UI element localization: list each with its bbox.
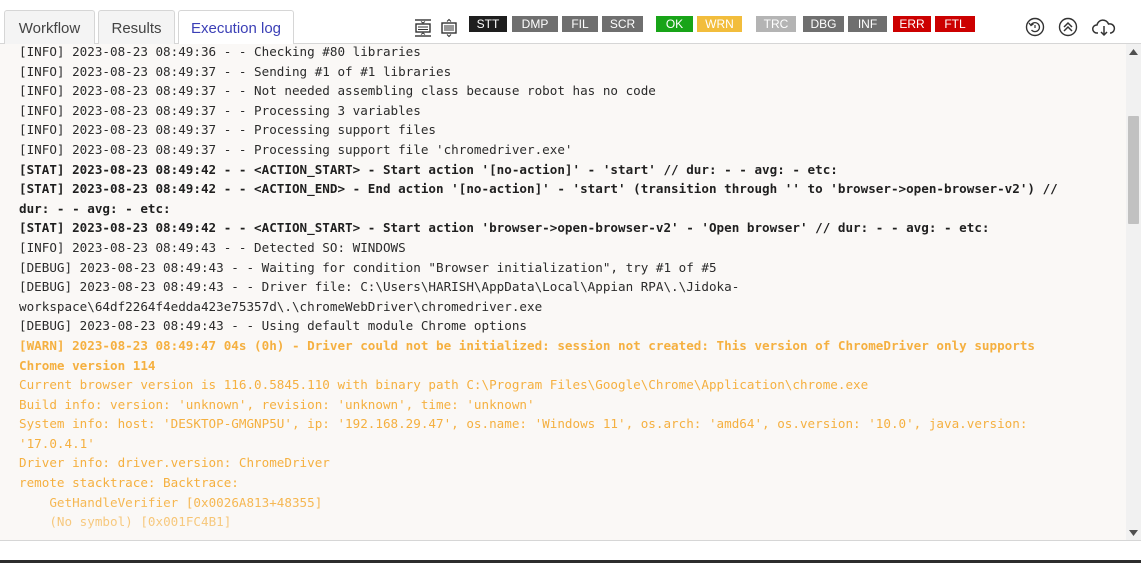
filter-err[interactable]: ERR [893,16,931,32]
log-line: [INFO] 2023-08-23 08:49:37 - - Processin… [19,122,437,138]
log-line: Driver info: driver.version: ChromeDrive… [19,455,330,471]
log-line: [INFO] 2023-08-23 08:49:37 - - Sending #… [19,63,452,79]
log-line: workspace\64df2264f4edda423e75357d\.\chr… [19,298,543,314]
scrollbar-thumb[interactable] [1128,116,1139,224]
tab-results[interactable]: Results [98,10,175,45]
log-list: [INFO] 2023-08-23 08:49:36 - - Checking … [19,44,1119,532]
filter-dbg[interactable]: DBG [803,16,844,32]
log-line: [DEBUG] 2023-08-23 08:49:43 - - Driver f… [19,279,740,295]
log-line: [INFO] 2023-08-23 08:49:37 - - Not neede… [19,83,656,99]
filter-wrn[interactable]: WRN [697,16,742,32]
scroll-down-arrow-icon[interactable] [1126,525,1141,540]
filter-stt[interactable]: STT [469,16,507,32]
filter-scr[interactable]: SCR [602,16,643,32]
expand-lines-icon[interactable] [438,18,460,38]
scroll-top-icon[interactable] [1057,16,1079,38]
filter-dmp[interactable]: DMP [512,16,558,32]
log-line: [STAT] 2023-08-23 08:49:42 - - <ACTION_S… [19,220,990,236]
filter-ok[interactable]: OK [656,16,693,32]
log-line: [WARN] 2023-08-23 08:49:47 04s (0h) - Dr… [19,337,1035,353]
log-line: System info: host: 'DESKTOP-GMGNP5U', ip… [19,416,1028,432]
log-line: GetHandleVerifier [0x0026A813+48355] [19,494,323,510]
log-line: remote stacktrace: Backtrace: [19,475,239,491]
log-line: [INFO] 2023-08-23 08:49:36 - - Checking … [19,44,421,59]
log-line: dur: - - avg: - etc: [19,200,171,216]
tab-workflow[interactable]: Workflow [4,10,95,45]
log-line: '17.0.4.1' [19,435,95,451]
log-line: [DEBUG] 2023-08-23 08:49:43 - - Using de… [19,318,527,334]
log-line: [INFO] 2023-08-23 08:49:43 - - Detected … [19,239,406,255]
log-line: Build info: version: 'unknown', revision… [19,396,535,412]
filter-ftl[interactable]: FTL [935,16,975,32]
scroll-up-arrow-icon[interactable] [1126,44,1141,59]
filter-inf[interactable]: INF [848,16,887,32]
log-line: [INFO] 2023-08-23 08:49:37 - - Processin… [19,141,573,157]
filter-fil[interactable]: FIL [562,16,598,32]
collapse-lines-icon[interactable] [412,18,434,38]
log-line: Current browser version is 116.0.5845.11… [19,377,869,393]
log-line: [STAT] 2023-08-23 08:49:42 - - <ACTION_E… [19,181,1058,197]
log-line: [INFO] 2023-08-23 08:49:37 - - Processin… [19,102,421,118]
log-line: [STAT] 2023-08-23 08:49:42 - - <ACTION_S… [19,161,838,177]
log-line: [DEBUG] 2023-08-23 08:49:43 - - Waiting … [19,259,717,275]
tab-bar: Workflow Results Execution log STT DMP F… [0,0,1141,45]
filter-trc[interactable]: TRC [756,16,796,32]
refresh-icon[interactable] [1024,16,1046,38]
log-scrollbar[interactable] [1126,44,1141,540]
log-line: (No symbol) [0x001FC4B1] [19,514,232,530]
log-line: Chrome version 114 [19,357,156,373]
download-cloud-icon[interactable] [1091,16,1117,38]
tab-execution-log[interactable]: Execution log [178,10,294,45]
execution-log-pane[interactable]: [INFO] 2023-08-23 08:49:36 - - Checking … [0,44,1126,540]
